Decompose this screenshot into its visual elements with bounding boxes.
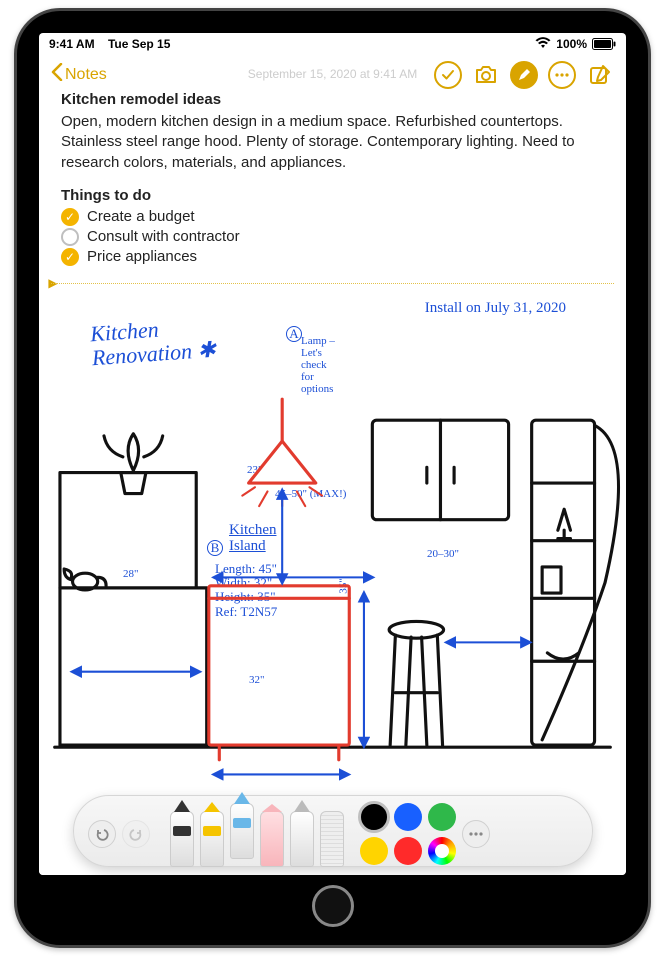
todo-heading: Things to do: [61, 187, 604, 204]
markup-toolbar: [73, 795, 593, 867]
undo-button[interactable]: [88, 820, 116, 848]
color-swatch-blue[interactable]: [394, 803, 422, 831]
note-title: Kitchen remodel ideas: [61, 91, 604, 108]
color-swatch-red[interactable]: [394, 837, 422, 865]
more-tools-button[interactable]: [462, 820, 490, 848]
drawing-canvas[interactable]: Kitchen Renovation ✱ Install on July 31,…: [39, 290, 626, 875]
home-button[interactable]: [312, 885, 354, 927]
checkbox-icon[interactable]: ✓: [61, 248, 79, 266]
ruler-tool[interactable]: [320, 811, 344, 867]
todo-item[interactable]: Consult with contractor: [61, 228, 604, 246]
status-time: 9:41 AM: [49, 37, 95, 51]
battery-percent: 100%: [556, 37, 587, 51]
battery-icon: [592, 38, 616, 50]
color-picker-button[interactable]: [428, 837, 456, 865]
checkbox-icon[interactable]: [61, 228, 79, 246]
checkbox-icon[interactable]: ✓: [61, 208, 79, 226]
color-palette: [360, 803, 456, 865]
status-right: 100%: [535, 37, 616, 52]
pen-tool[interactable]: [170, 811, 194, 867]
note-paragraph: Open, modern kitchen design in a medium …: [61, 112, 604, 173]
lasso-tool[interactable]: [290, 811, 314, 867]
screen: 9:41 AM Tue Sep 15 100% Notes: [39, 33, 626, 875]
wifi-icon: [535, 37, 551, 52]
ipad-frame: 9:41 AM Tue Sep 15 100% Notes: [14, 8, 651, 948]
marker-tool[interactable]: [200, 811, 224, 867]
note-date: September 15, 2020 at 9:41 AM: [39, 67, 626, 81]
todo-label: Consult with contractor: [87, 228, 240, 245]
status-bar: 9:41 AM Tue Sep 15 100%: [39, 33, 626, 55]
color-swatch-yellow[interactable]: [360, 837, 388, 865]
note-body[interactable]: Kitchen remodel ideas Open, modern kitch…: [39, 81, 626, 272]
drag-handle-icon[interactable]: ▶: [48, 276, 57, 290]
pencil-tool[interactable]: [230, 803, 254, 859]
todo-label: Create a budget: [87, 208, 195, 225]
todo-item[interactable]: ✓ Price appliances: [61, 248, 604, 266]
todo-item[interactable]: ✓ Create a budget: [61, 208, 604, 226]
status-left: 9:41 AM Tue Sep 15: [49, 37, 170, 51]
eraser-tool[interactable]: [260, 811, 284, 867]
status-date: Tue Sep 15: [108, 37, 170, 51]
sketch-svg: [39, 290, 626, 875]
redo-button[interactable]: [122, 820, 150, 848]
color-swatch-black[interactable]: [360, 803, 388, 831]
color-swatch-green[interactable]: [428, 803, 456, 831]
sketch-divider[interactable]: ▶: [39, 276, 626, 290]
todo-label: Price appliances: [87, 248, 197, 265]
